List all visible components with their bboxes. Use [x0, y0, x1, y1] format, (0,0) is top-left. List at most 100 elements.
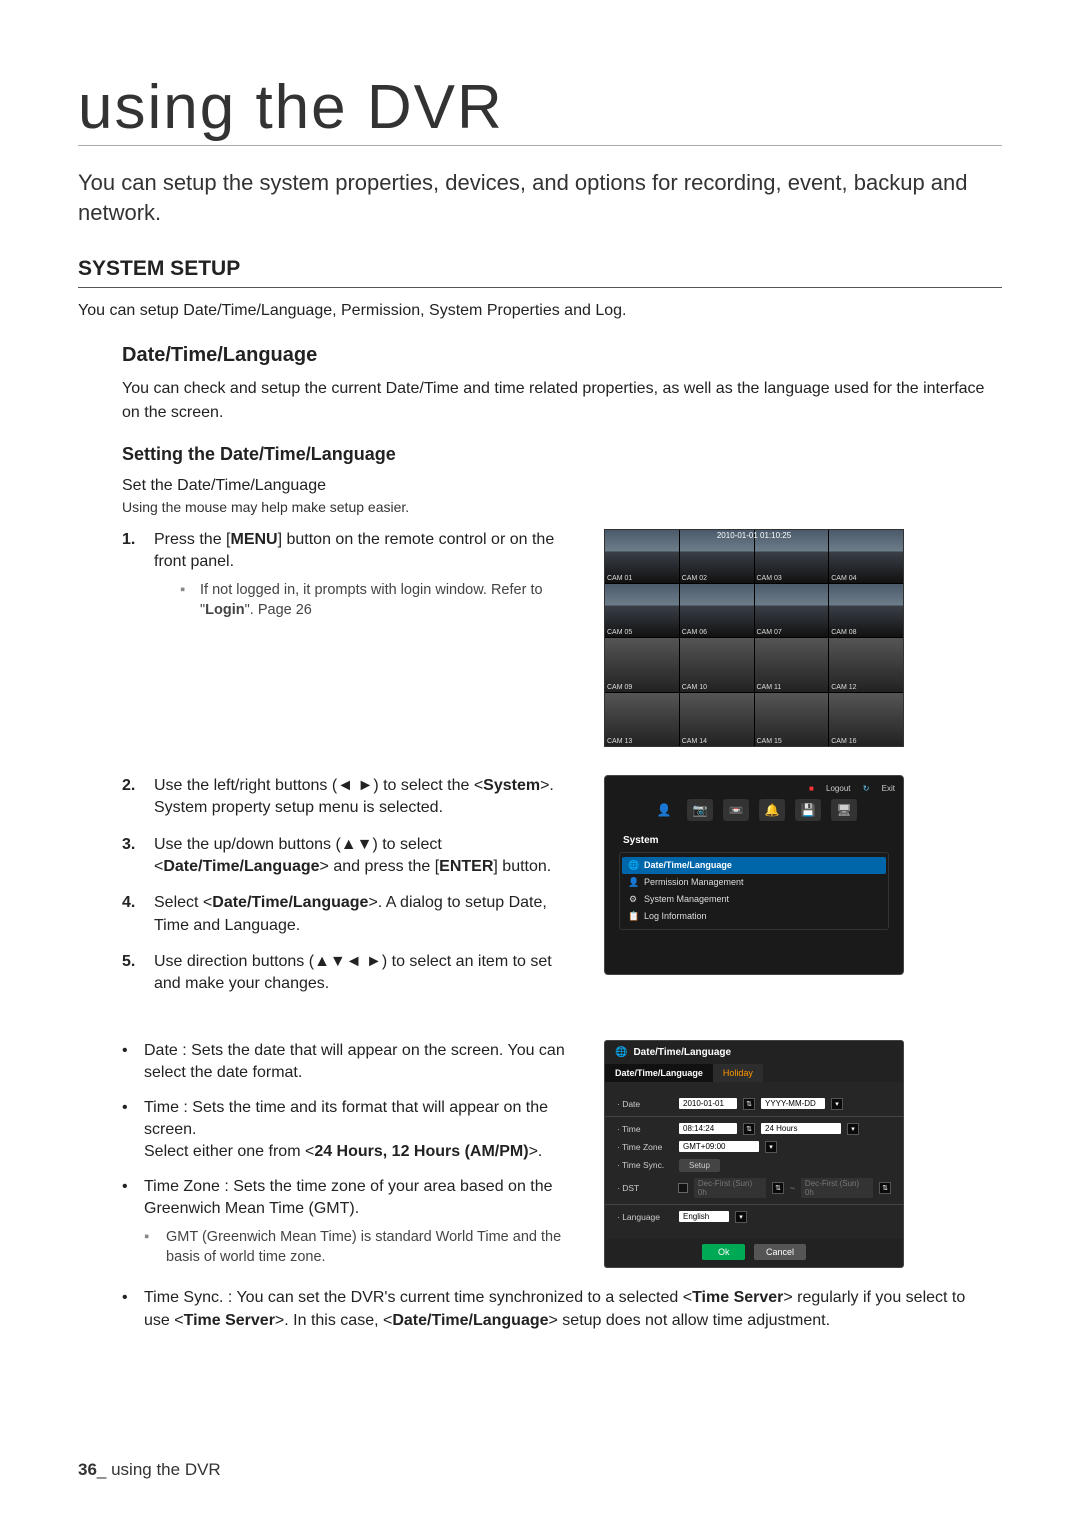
spinner-icon: ⇅	[743, 1098, 755, 1110]
fld-date-fmt: YYYY-MM-DD	[761, 1098, 825, 1109]
cam-label: CAM 07	[757, 629, 782, 636]
lbl-lang: · Language	[617, 1212, 673, 1222]
cam-label: CAM 05	[607, 629, 632, 636]
t: Permission Management	[644, 877, 744, 887]
cam-label: CAM 03	[757, 575, 782, 582]
t: Time Server	[184, 1312, 275, 1329]
t: Use the left/right buttons (◄ ►) to sele…	[154, 777, 483, 794]
network-icon: 🖥	[831, 799, 857, 821]
lbl-dst: · DST	[617, 1183, 672, 1193]
menu-icon-row: 👤 📷 📼 🔔 💾 🖥	[613, 799, 895, 821]
bullet-time: • Time : Sets the time and its format th…	[122, 1097, 582, 1164]
cam-label: CAM 11	[757, 684, 782, 691]
t: Date/Time/Language	[392, 1312, 548, 1329]
backup-icon: 💾	[795, 799, 821, 821]
fld-dst-b: Dec-First (Sun) 0h	[801, 1178, 873, 1198]
bullet-time-sync: • Time Sync. : You can set the DVR's cur…	[122, 1287, 992, 1332]
cam-label: CAM 01	[607, 575, 632, 582]
t: GMT (Greenwich Mean Time) is standard Wo…	[166, 1227, 582, 1268]
step-3: 3. Use the up/down buttons (▲▼) to selec…	[122, 834, 582, 879]
menu-row-sysmgmt: ⚙System Management	[622, 891, 886, 908]
ok-button: Ok	[702, 1244, 746, 1260]
subtext-dtl: You can check and setup the current Date…	[122, 377, 992, 423]
bullet-tz: • Time Zone : Sets the time zone of your…	[122, 1176, 582, 1267]
dialog-tab-dtl: Date/Time/Language	[605, 1064, 713, 1082]
dropdown-icon: ▾	[847, 1123, 859, 1135]
dialog-title: Date/Time/Language	[633, 1047, 731, 1058]
exit-label: Exit	[882, 784, 895, 793]
setting-line1: Set the Date/Time/Language	[122, 477, 1002, 495]
screenshot-dtl-dialog: 🌐Date/Time/Language Date/Time/Language H…	[604, 1040, 904, 1279]
fld-date: 2010-01-01	[679, 1098, 737, 1109]
step-2: 2. Use the left/right buttons (◄ ►) to s…	[122, 775, 582, 820]
page-number: 36	[78, 1460, 97, 1479]
t: > and press the [	[320, 858, 440, 875]
dst-checkbox	[678, 1183, 688, 1193]
t: Use direction buttons (▲▼◄ ►) to select …	[154, 951, 582, 996]
fld-tz: GMT+09:00	[679, 1141, 759, 1152]
system-tab: System	[613, 831, 895, 850]
t: Select either one from <	[144, 1143, 314, 1160]
t: Date/Time/Language	[644, 860, 732, 870]
t: Time Sync. : You can set the DVR's curre…	[144, 1289, 692, 1306]
step-4: 4. Select <Date/Time/Language>. A dialog…	[122, 892, 582, 937]
cam-label: CAM 13	[607, 738, 632, 745]
t: ] button.	[493, 858, 551, 875]
spinner-icon: ⇅	[879, 1182, 891, 1194]
cam-label: CAM 10	[682, 684, 707, 691]
cam-timestamp: 2010-01-01 01:10:25	[717, 531, 791, 540]
fld-lang: English	[679, 1211, 729, 1222]
cam-label: CAM 04	[831, 575, 856, 582]
t: Date : Sets the date that will appear on…	[144, 1040, 582, 1085]
step1-sub: ▪ If not logged in, it prompts with logi…	[180, 580, 582, 621]
t: Select <	[154, 894, 212, 911]
dropdown-icon: ▾	[735, 1211, 747, 1223]
cam-label: CAM 14	[682, 738, 707, 745]
cam-label: CAM 08	[831, 629, 856, 636]
dialog-tab-holiday: Holiday	[713, 1064, 763, 1082]
t: System Management	[644, 894, 729, 904]
spinner-icon: ⇅	[743, 1123, 755, 1135]
footer-text: _ using the DVR	[97, 1460, 221, 1479]
step-1: 1. Press the [MENU] button on the remote…	[122, 529, 582, 620]
dropdown-icon: ▾	[765, 1141, 777, 1153]
screenshot-system-menu: ■ Logout ↻ Exit 👤 📷 📼 🔔 💾 🖥 System 🌐Date…	[604, 775, 904, 1010]
lbl-time: · Time	[617, 1124, 673, 1134]
bullet-date: •Date : Sets the date that will appear o…	[122, 1040, 582, 1085]
chapter-title: using the DVR	[78, 72, 1002, 146]
cam-label: CAM 09	[607, 684, 632, 691]
lbl-sync: · Time Sync.	[617, 1160, 673, 1170]
step-5: 5. Use direction buttons (▲▼◄ ►) to sele…	[122, 951, 582, 996]
menu-row-dtl: 🌐Date/Time/Language	[622, 857, 886, 874]
cancel-button: Cancel	[754, 1244, 806, 1260]
t: 24 Hours, 12 Hours (AM/PM)	[314, 1143, 528, 1160]
cam-label: CAM 06	[682, 629, 707, 636]
cam-label: CAM 15	[757, 738, 782, 745]
section-desc-system-setup: You can setup Date/Time/Language, Permis…	[78, 302, 1002, 320]
t: Date/Time/Language	[163, 858, 319, 875]
t: Date/Time/Language	[212, 894, 368, 911]
lbl-tz: · Time Zone	[617, 1142, 673, 1152]
menu-row-log: 📋Log Information	[622, 908, 886, 925]
cam-label: CAM 12	[831, 684, 856, 691]
subhead-dtl: Date/Time/Language	[122, 344, 1002, 367]
t: Time : Sets the time and its format that…	[144, 1099, 548, 1138]
page-footer: 36_ using the DVR	[78, 1460, 221, 1480]
step1-sub-c: ". Page 26	[245, 602, 312, 618]
setting-line2: Using the mouse may help make setup easi…	[122, 499, 1002, 515]
chapter-intro: You can setup the system properties, dev…	[78, 168, 1002, 227]
fld-time: 08:14:24	[679, 1123, 737, 1134]
fld-time-fmt: 24 Hours	[761, 1123, 841, 1134]
spinner-icon: ⇅	[772, 1182, 784, 1194]
section-header-system-setup: SYSTEM SETUP	[78, 257, 1002, 288]
screenshot-camera-grid: 2010-01-01 01:10:25 CAM 01 CAM 02 CAM 03…	[604, 529, 904, 747]
step1-menu-bold: MENU	[230, 531, 277, 548]
step1-text-a: Press the [	[154, 531, 230, 548]
camera-icon: 📷	[687, 799, 713, 821]
t: Log Information	[644, 911, 707, 921]
cam-label: CAM 02	[682, 575, 707, 582]
t: ENTER	[439, 858, 493, 875]
fld-dst-a: Dec-First (Sun) 0h	[694, 1178, 766, 1198]
t: Time Server	[692, 1289, 783, 1306]
t: >.	[529, 1143, 543, 1160]
